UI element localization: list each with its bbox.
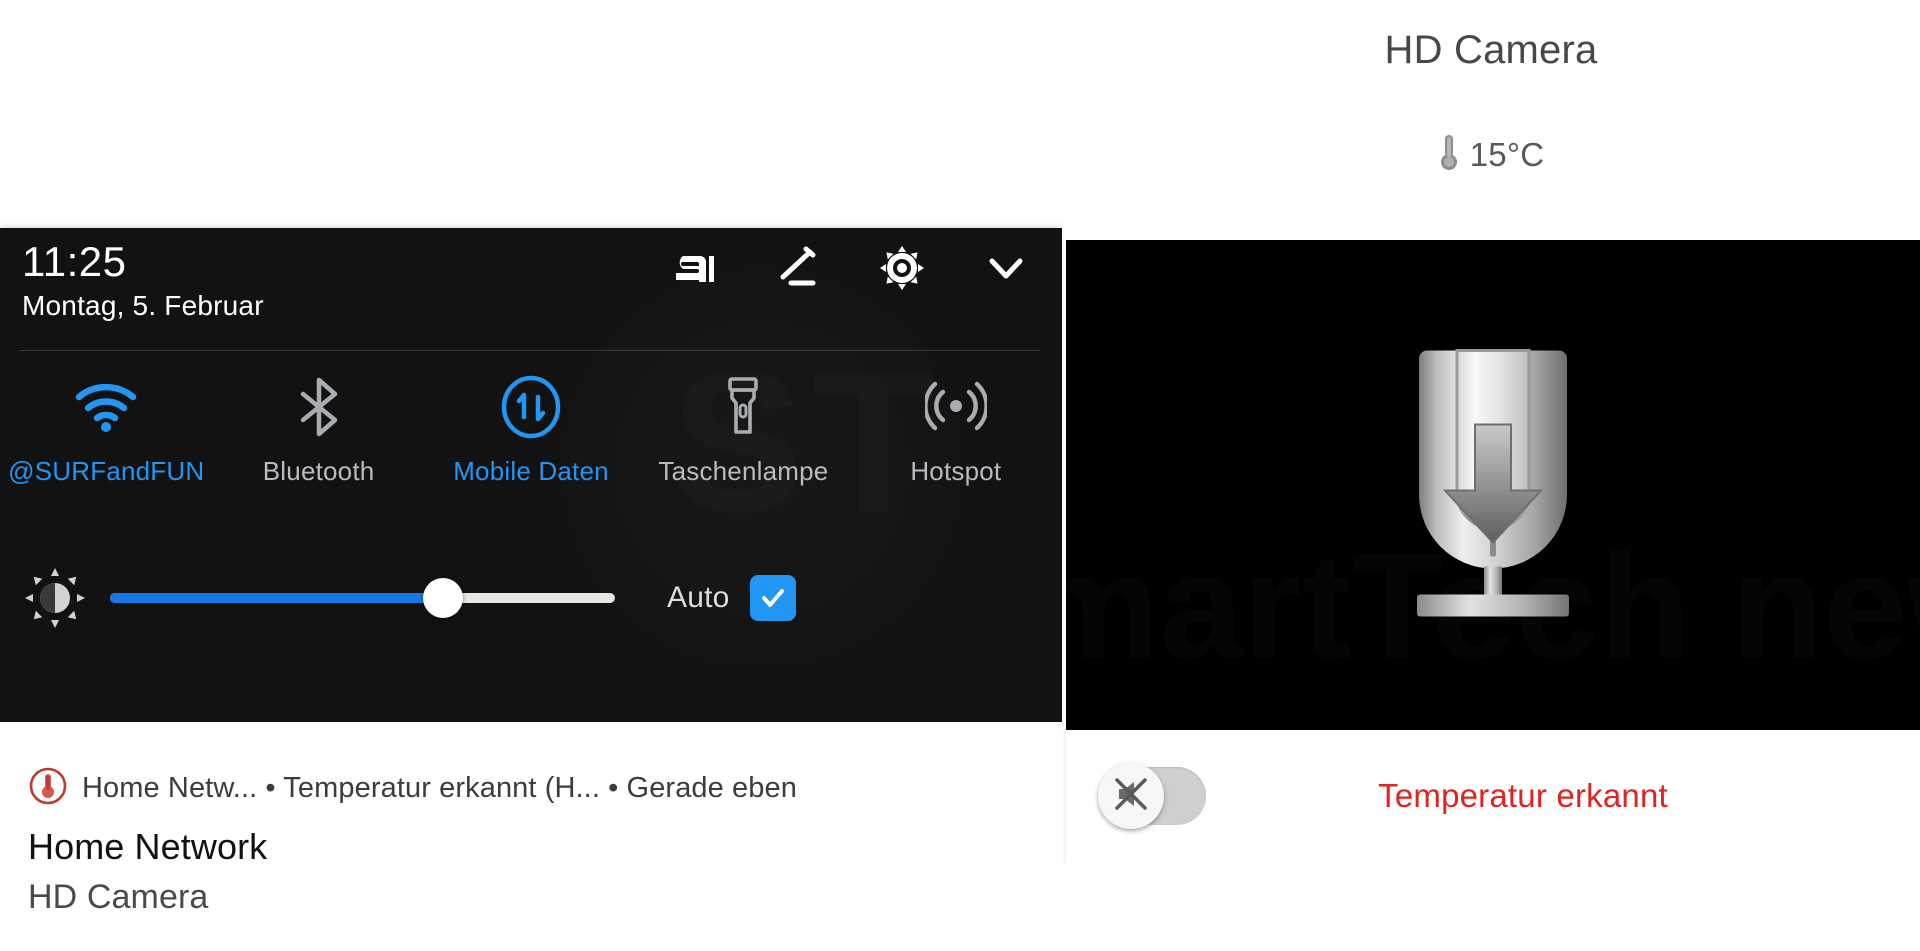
status-date: Montag, 5. Februar — [22, 290, 264, 321]
check-icon — [761, 589, 784, 607]
tile-hotspot[interactable]: Hotspot — [850, 368, 1062, 487]
quick-settings-header-icons — [668, 242, 1032, 294]
brightness-slider[interactable] — [110, 576, 615, 620]
speaker-muted-icon — [1112, 775, 1150, 818]
tile-mobile-data[interactable]: Mobile Daten — [425, 368, 637, 487]
wifi-icon — [73, 368, 139, 446]
tile-wifi[interactable]: @SURFandFUN — [0, 368, 212, 487]
camera-footer-bar: Temperatur erkannt — [1066, 730, 1920, 862]
notification-card[interactable]: Home Netw... • Temperatur erkannt (H... … — [0, 722, 1062, 951]
quick-settings-header: 11:25 Montag, 5. Februar — [0, 228, 1062, 343]
mute-toggle-knob — [1098, 763, 1164, 829]
camera-temperature: 15°C — [1062, 132, 1920, 177]
camera-title: HD Camera — [1384, 28, 1598, 72]
tile-bluetooth[interactable]: Bluetooth — [212, 368, 424, 487]
camera-video-stream[interactable]: SmartTech news — [1066, 240, 1920, 730]
gear-icon[interactable] — [876, 242, 928, 294]
hotspot-icon — [924, 368, 987, 446]
camera-bottom-strip — [1066, 862, 1920, 951]
tile-flashlight-label: Taschenlampe — [658, 456, 829, 486]
notification-body: HD Camera — [28, 878, 209, 916]
tile-mobile-data-label: Mobile Daten — [453, 456, 609, 486]
tile-flashlight[interactable]: Taschenlampe — [637, 368, 849, 487]
chevron-down-icon[interactable] — [980, 242, 1032, 294]
samsung-pass-icon[interactable] — [668, 242, 720, 294]
left-white-backdrop — [0, 0, 1062, 228]
usb-download-icon — [1389, 333, 1597, 638]
tile-bluetooth-label: Bluetooth — [262, 456, 375, 486]
notification-shade-panel: ST 11:25 Montag, 5. Februar — [0, 0, 1062, 951]
brightness-thumb[interactable] — [423, 578, 464, 618]
flashlight-icon — [719, 368, 767, 446]
thermometer-alert-icon — [28, 766, 68, 811]
camera-alert-text: Temperatur erkannt — [1378, 777, 1668, 814]
tile-hotspot-label: Hotspot — [910, 456, 1002, 486]
brightness-row: Auto — [0, 553, 1062, 643]
screen-root: SmartTech news HD Camera 15°C SmartTech … — [0, 0, 1920, 951]
edit-icon[interactable] — [772, 242, 824, 294]
mute-toggle[interactable] — [1098, 763, 1206, 829]
auto-brightness-checkbox[interactable] — [749, 575, 796, 621]
quick-settings-shade: ST 11:25 Montag, 5. Februar — [0, 228, 1062, 722]
notification-title: Home Network — [28, 826, 268, 867]
thermometer-icon — [1438, 132, 1460, 177]
camera-app-panel: HD Camera 15°C SmartTech news — [1062, 0, 1920, 951]
notification-meta-text: Home Netw... • Temperatur erkannt (H... … — [82, 772, 797, 804]
brightness-fill — [110, 593, 444, 603]
tile-wifi-label: @SURFandFUN — [8, 456, 205, 486]
notification-meta-row: Home Netw... • Temperatur erkannt (H... … — [28, 766, 797, 811]
quick-settings-tiles: @SURFandFUN Bluetooth Mobile Daten Tasch… — [0, 368, 1062, 548]
mobile-data-icon — [499, 368, 563, 446]
camera-temperature-value: 15°C — [1469, 135, 1545, 173]
bluetooth-icon — [291, 368, 347, 446]
status-clock: 11:25 — [22, 238, 127, 285]
quick-settings-divider — [20, 350, 1040, 351]
brightness-icon — [0, 567, 110, 629]
auto-brightness-label: Auto — [667, 581, 730, 614]
